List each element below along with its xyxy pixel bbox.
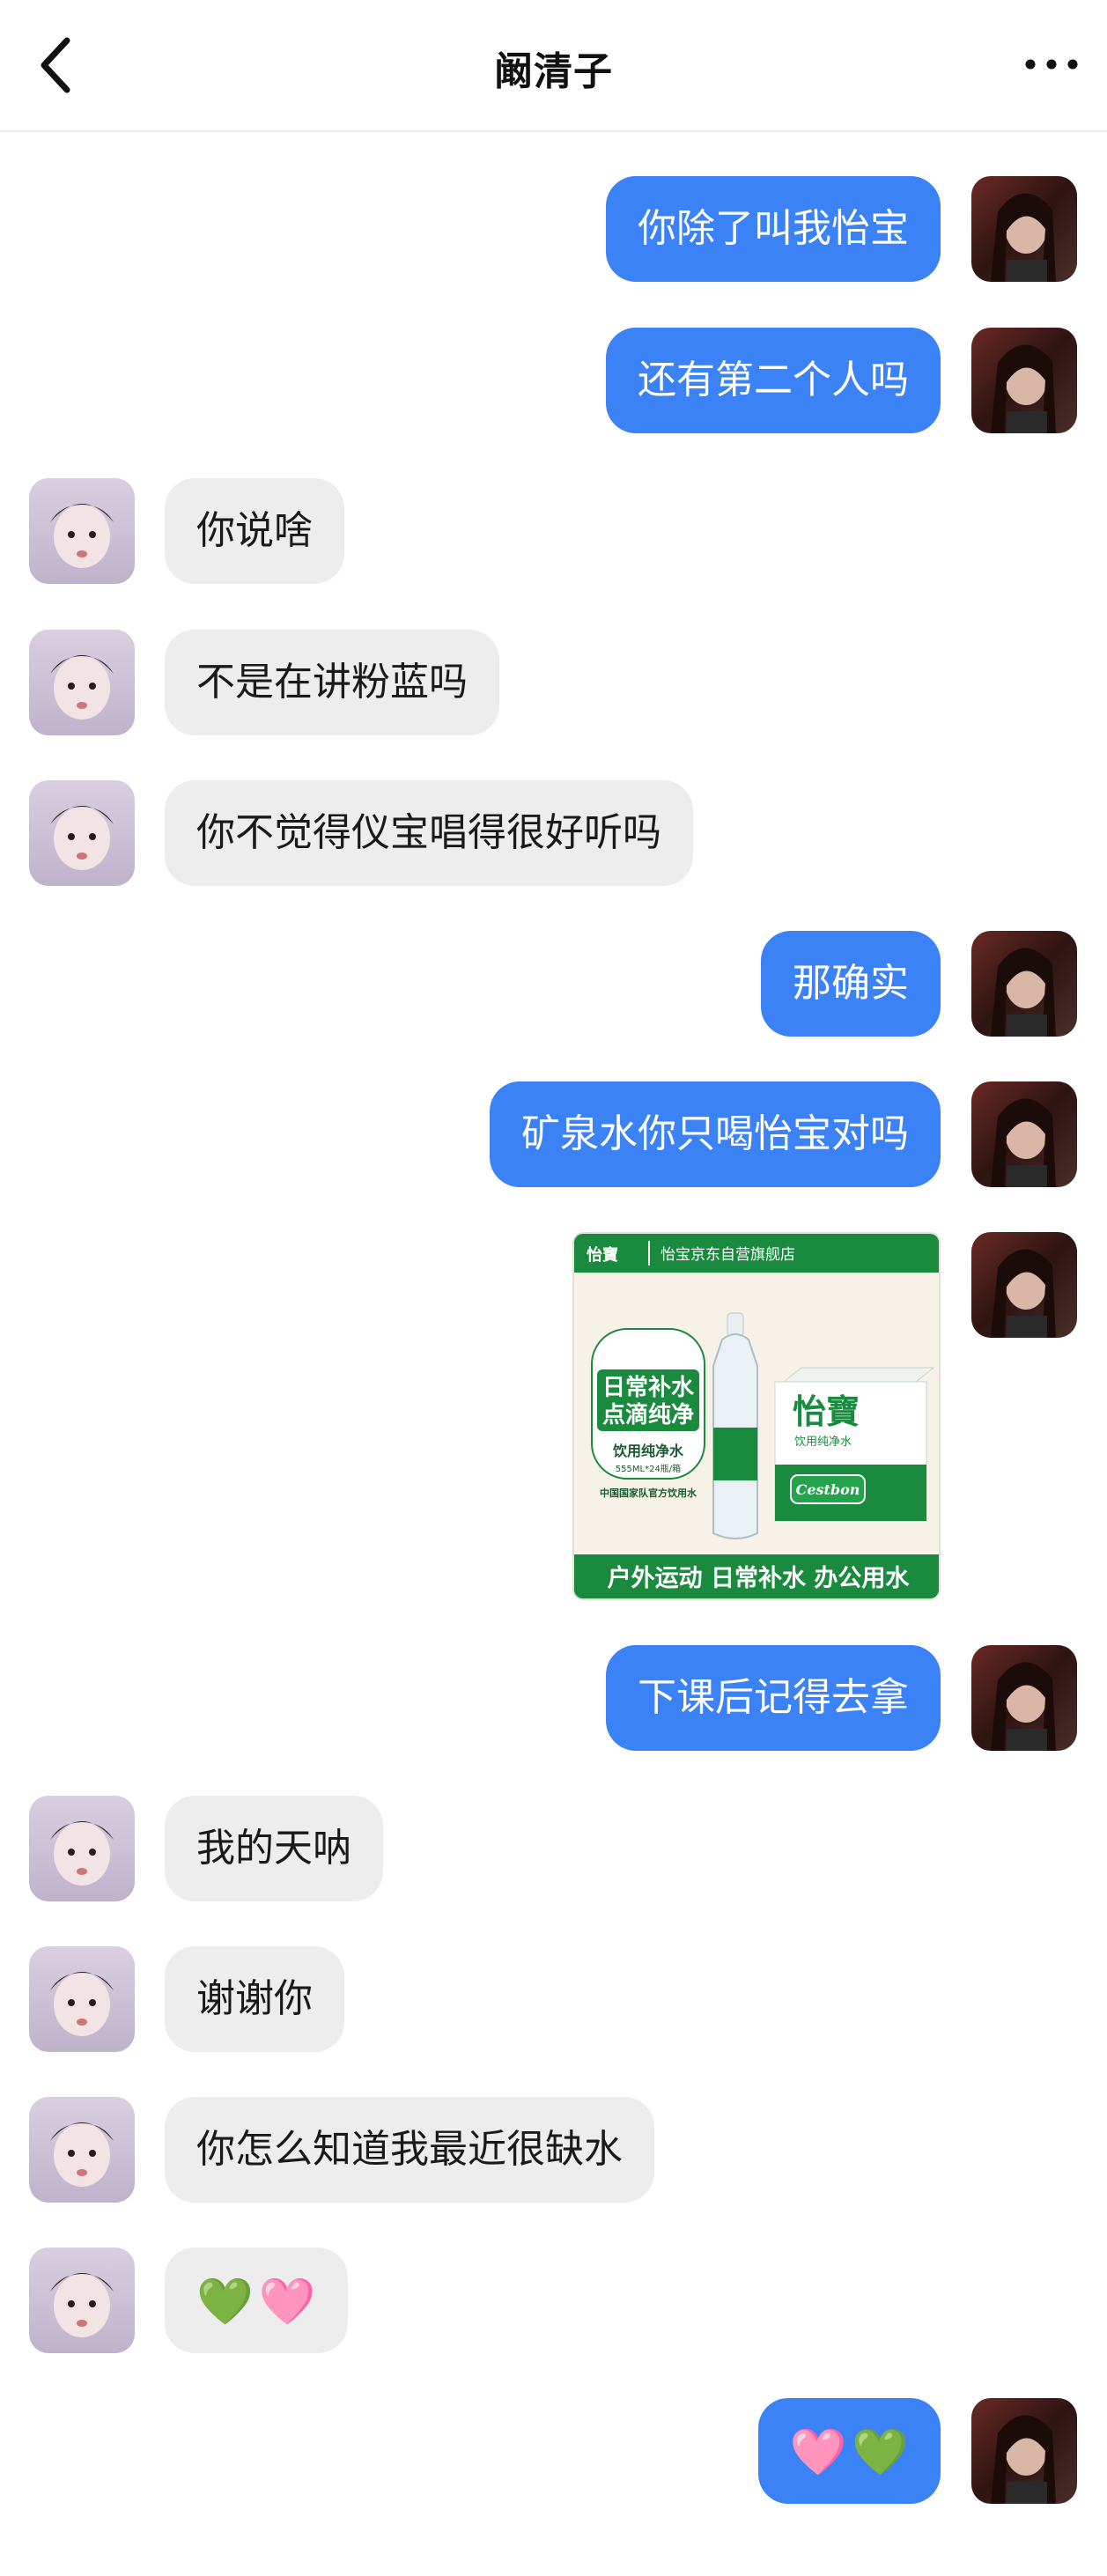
pink-heart-icon: 🩷 [258, 2276, 316, 2329]
contact-avatar[interactable] [29, 780, 135, 886]
contact-avatar[interactable] [29, 1946, 135, 2052]
message-bubble-received[interactable]: 💚 🩷 [165, 2248, 348, 2353]
contact-avatar[interactable] [29, 1796, 135, 1901]
message-bubble-sent[interactable]: 还有第二个人吗 [606, 328, 941, 433]
contact-avatar[interactable] [29, 478, 135, 584]
bottom-banner-text: 户外运动 日常补水 办公用水 [608, 1564, 911, 1592]
message-bubble-sent[interactable]: 那确实 [761, 931, 941, 1037]
my-avatar[interactable] [971, 1081, 1077, 1187]
endorsement-text: 中国国家队官方饮用水 [600, 1487, 697, 1499]
contact-avatar[interactable] [29, 2097, 135, 2203]
message-bubble-received[interactable]: 你说啥 [165, 478, 344, 584]
slogan-line-1: 日常补水 [602, 1375, 695, 1401]
message-bubble-received[interactable]: 我的天呐 [165, 1796, 383, 1901]
pink-heart-icon: 🩷 [789, 2426, 847, 2479]
store-name: 怡宝京东自营旗舰店 [661, 1246, 795, 1264]
message-bubble-received[interactable]: 你怎么知道我最近很缺水 [165, 2097, 654, 2203]
message-bubble-sent[interactable]: 矿泉水你只喝怡宝对吗 [490, 1081, 941, 1187]
contact-avatar[interactable] [29, 2248, 135, 2353]
my-avatar[interactable] [971, 328, 1077, 433]
product-image: 怡寶 怡宝京东自营旗舰店 日常补水 点滴纯净 饮用纯净水 555ML*24瓶/箱… [574, 1234, 939, 1598]
message-image-product-ad[interactable]: 怡寶 怡宝京东自营旗舰店 日常补水 点滴纯净 饮用纯净水 555ML*24瓶/箱… [572, 1232, 941, 1600]
my-avatar[interactable] [971, 931, 1077, 1037]
slogan-line-2: 点滴纯净 [602, 1401, 694, 1428]
my-avatar[interactable] [971, 1645, 1077, 1751]
green-heart-icon: 💚 [196, 2276, 254, 2329]
chat-title: 阚清子 [494, 49, 613, 94]
message-bubble-sent[interactable]: 下课后记得去拿 [606, 1645, 941, 1751]
message-bubble-received[interactable]: 谢谢你 [165, 1946, 344, 2052]
my-avatar[interactable] [971, 1232, 1077, 1338]
chat-header: 阚清子 [0, 0, 1107, 132]
product-label: 饮用纯净水 [612, 1443, 684, 1459]
brand-badge: 怡寶 [587, 1245, 618, 1265]
box-english-brand: Cestbon [796, 1481, 860, 1498]
more-horizontal-icon[interactable] [1021, 46, 1082, 83]
my-avatar[interactable] [971, 2398, 1077, 2504]
message-bubble-received[interactable]: 不是在讲粉蓝吗 [165, 630, 499, 735]
box-subtitle: 饮用纯净水 [794, 1436, 852, 1449]
message-bubble-received[interactable]: 你不觉得仪宝唱得很好听吗 [165, 780, 693, 886]
green-heart-icon: 💚 [852, 2426, 909, 2479]
message-bubble-sent[interactable]: 你除了叫我怡宝 [606, 176, 941, 282]
contact-avatar[interactable] [29, 630, 135, 735]
box-brand: 怡寶 [793, 1392, 860, 1431]
my-avatar[interactable] [971, 176, 1077, 282]
message-bubble-sent[interactable]: 🩷 💚 [757, 2398, 941, 2504]
product-spec: 555ML*24瓶/箱 [616, 1463, 681, 1474]
